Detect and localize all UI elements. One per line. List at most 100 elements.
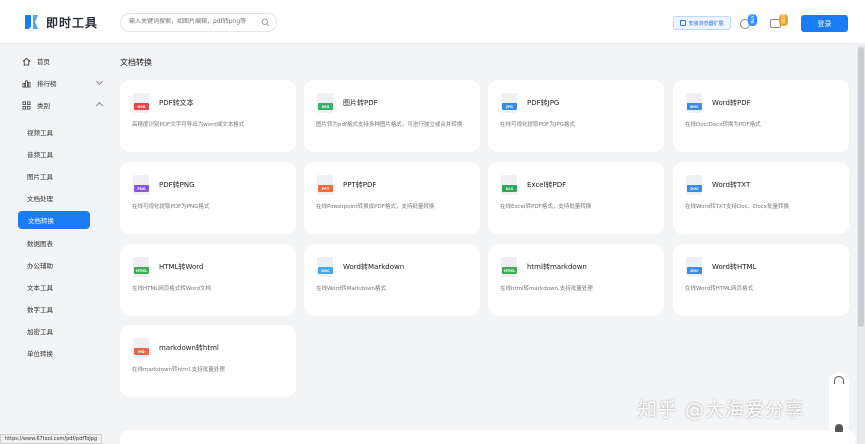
top-bar: 即时工具 安装浏览器扩展 记录 反馈 登录: [0, 0, 865, 44]
tool-card-description: 在线Excel转PDF格式，支持批量转换: [500, 204, 592, 210]
sidebar-item-home[interactable]: 首页: [22, 54, 50, 68]
tool-card-description: 在线markdown转html,支持批量处理: [132, 367, 225, 373]
scrollbar[interactable]: [857, 45, 865, 444]
file-type-tag: DOC: [687, 267, 702, 274]
tool-card-description: 在线HTML网页格式转Word文档: [132, 286, 211, 292]
file-type-icon: JPG: [500, 93, 518, 114]
tool-card-title: Word转Markdown: [343, 263, 405, 271]
tool-card[interactable]: IMG 图片转PDF 图片转为pdf格式支持多种图片格式，可进行独立或合并转换: [304, 80, 480, 152]
file-type-icon: HTML: [500, 257, 518, 278]
chevron-down-icon: [95, 77, 104, 86]
tool-card-description: 在线Word转HTML网页格式: [685, 286, 753, 292]
login-button[interactable]: 登录: [801, 15, 848, 32]
tool-card-title: HTML转Word: [159, 263, 204, 271]
sidebar: 首页 排行榜 类别 视频工具 音频工具 图片工具 文档处理 数据图表 办公辅助 …: [0, 45, 110, 444]
file-type-tag: OCR: [134, 103, 149, 110]
sidebar-sub-item[interactable]: 图片工具: [27, 171, 53, 181]
logo[interactable]: 即时工具: [22, 13, 98, 31]
sidebar-sub-item[interactable]: 文档处理: [27, 193, 53, 203]
scrollbar-thumb[interactable]: [858, 47, 864, 327]
tool-card[interactable]: DOC Word转PDF 在线Doc/Docx转换为PDF格式: [673, 80, 849, 152]
file-type-icon: PPT: [316, 175, 334, 196]
tool-card-description: 在线可视化提取PDF为JPG格式: [500, 122, 575, 128]
sidebar-sub-item[interactable]: 视频工具: [27, 127, 53, 137]
tool-card[interactable]: PNG PDF转PNG 在线可视化提取PDF为PNG格式: [120, 162, 296, 234]
tool-card-description: 图片转为pdf格式支持多种图片格式，可进行独立或合并转换: [316, 122, 463, 128]
search-input[interactable]: [129, 18, 259, 25]
file-type-tag: DOC: [687, 185, 702, 192]
sidebar-item-ranking[interactable]: 排行榜: [22, 76, 112, 90]
watermark: 知乎 @大海爱分享: [638, 399, 806, 421]
file-type-tag: IMG: [318, 103, 333, 110]
file-type-icon: HTML: [132, 257, 150, 278]
tool-card-description: 在线Word转Markdown格式: [316, 286, 387, 292]
tool-card-description: 在线Powerpoint转换成PDF格式，支持批量转换: [316, 204, 435, 210]
search-icon[interactable]: [261, 18, 270, 27]
sidebar-sub-item[interactable]: 数据图表: [27, 238, 53, 248]
file-type-tag: MD: [134, 348, 149, 355]
tool-card-title: Word转PDF: [712, 99, 751, 107]
tool-card[interactable]: OCR PDF转文本 高精度识别PDF文字可导出为word或文本格式: [120, 80, 296, 152]
logo-text: 即时工具: [46, 15, 99, 30]
file-type-icon: MD: [132, 338, 150, 359]
grid-icon: [22, 100, 31, 110]
history-badge: 记录: [748, 14, 757, 26]
install-extension-button[interactable]: 安装浏览器扩展: [673, 16, 731, 30]
feedback-button[interactable]: 反馈: [770, 14, 788, 28]
feedback-badge: 反馈: [779, 14, 788, 26]
file-type-icon: OCR: [132, 93, 150, 114]
tool-card[interactable]: JPG PDF转JPG 在线可视化提取PDF为JPG格式: [488, 80, 664, 152]
ranking-icon: [22, 79, 31, 88]
tool-card[interactable]: XLS Excel转PDF 在线Excel转PDF格式，支持批量转换: [488, 162, 664, 234]
tool-card[interactable]: DOC Word转TXT 在线Word转TXT支持Doc、Docx批量转换: [673, 162, 849, 234]
file-type-tag: HTML: [502, 267, 517, 274]
chevron-up-icon: [95, 101, 104, 110]
sidebar-sub-item[interactable]: 单位转换: [27, 348, 53, 358]
browser-icon: [680, 20, 687, 26]
tool-card-title: Word转HTML: [712, 263, 757, 271]
tool-card-title: PDF转PNG: [159, 181, 195, 189]
tool-card[interactable]: HTML HTML转Word 在线HTML网页格式转Word文档: [120, 244, 296, 316]
sidebar-item-label: 类别: [37, 102, 50, 110]
page-title: 文档转换: [120, 58, 152, 67]
tool-card[interactable]: PPT PPT转PDF 在线Powerpoint转换成PDF格式，支持批量转换: [304, 162, 480, 234]
tool-card-title: 图片转PDF: [343, 99, 378, 107]
sidebar-item-categories[interactable]: 类别: [22, 98, 112, 112]
file-type-icon: XLS: [500, 175, 518, 196]
footer-panel: [120, 430, 855, 444]
tool-card[interactable]: DOC Word转Markdown 在线Word转Markdown格式: [304, 244, 480, 316]
file-type-tag: XLS: [502, 185, 517, 192]
tool-card-title: PPT转PDF: [343, 181, 377, 189]
history-button[interactable]: 记录: [740, 14, 757, 29]
tool-card[interactable]: HTML html转markdown 在线html转markdown,支持批量处理: [488, 244, 664, 316]
file-type-tag: JPG: [502, 103, 517, 110]
sidebar-sub-item[interactable]: 数字工具: [27, 304, 53, 314]
file-type-icon: DOC: [685, 175, 703, 196]
tool-card-description: 在线可视化提取PDF为PNG格式: [132, 204, 210, 210]
bell-icon[interactable]: [835, 424, 843, 432]
sidebar-sub-item[interactable]: 文本工具: [27, 282, 53, 292]
sidebar-sub-item[interactable]: 办公辅助: [27, 260, 53, 270]
floating-toolbar: [829, 372, 849, 436]
tool-card[interactable]: MD markdown转html 在线markdown转html,支持批量处理: [120, 325, 296, 397]
tool-card-title: Word转TXT: [712, 181, 751, 189]
file-type-icon: IMG: [316, 93, 334, 114]
file-type-tag: PNG: [134, 185, 149, 192]
search-box[interactable]: [120, 13, 277, 32]
file-type-icon: DOC: [685, 93, 703, 114]
sidebar-sub-item-active[interactable]: 文档转换: [18, 211, 90, 229]
tool-card-title: html转markdown: [527, 263, 587, 271]
tool-card-title: Excel转PDF: [527, 181, 567, 189]
sidebar-sub-item[interactable]: 音频工具: [27, 149, 53, 159]
tool-card-title: PDF转文本: [159, 99, 194, 107]
status-bar-url: https://www.67tool.com/pdf/pdfToJpg: [0, 434, 103, 444]
tool-card-description: 在线Word转TXT支持Doc、Docx批量转换: [685, 204, 790, 210]
file-type-icon: DOC: [316, 257, 334, 278]
tool-card[interactable]: DOC Word转HTML 在线Word转HTML网页格式: [673, 244, 849, 316]
file-type-icon: DOC: [685, 257, 703, 278]
headset-icon[interactable]: [834, 376, 844, 384]
tool-card-title: PDF转JPG: [527, 99, 560, 107]
logo-icon: [22, 13, 40, 31]
install-extension-label: 安装浏览器扩展: [688, 20, 724, 27]
sidebar-sub-item[interactable]: 加密工具: [27, 326, 53, 336]
